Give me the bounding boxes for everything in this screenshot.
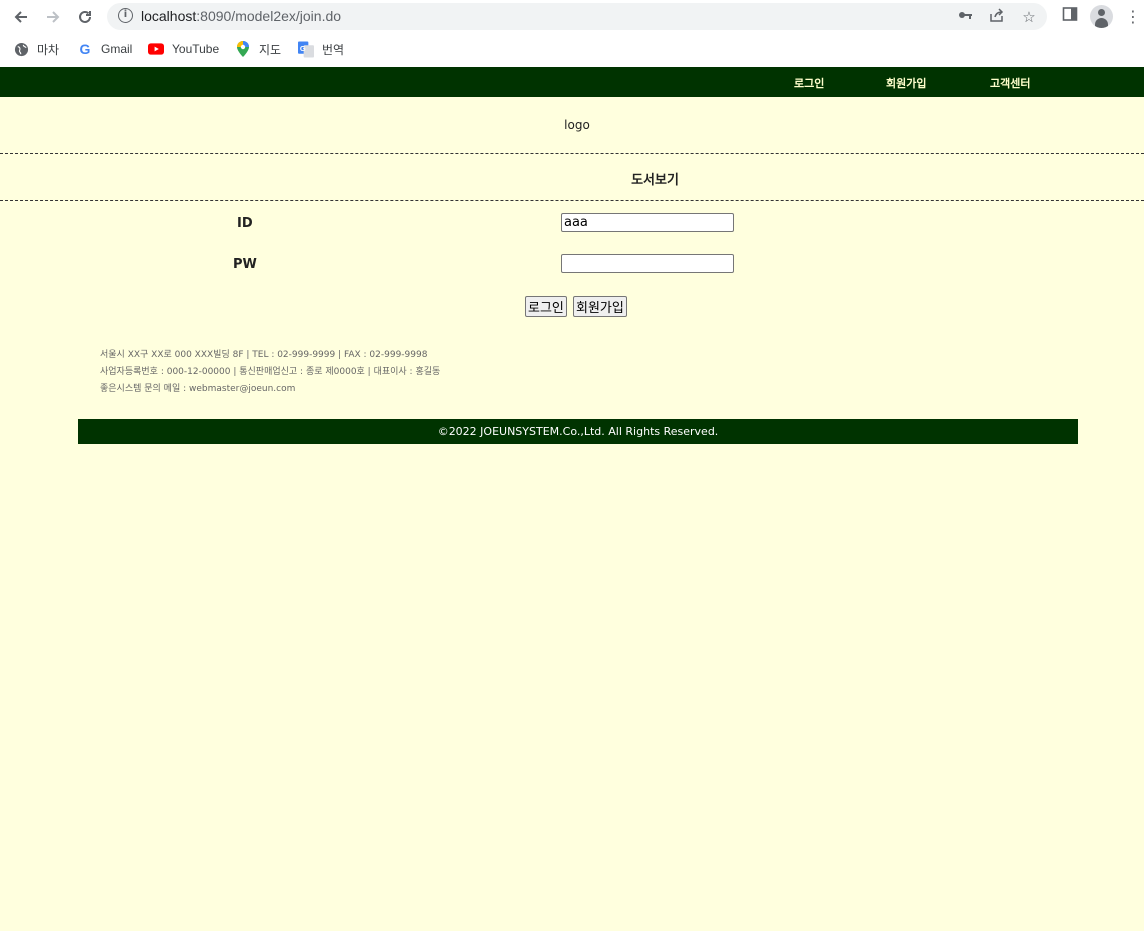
dashed-divider: [0, 200, 1144, 201]
bookmark-item[interactable]: YouTube: [148, 39, 219, 59]
forward-arrow-icon[interactable]: [40, 4, 66, 30]
profile-avatar-icon[interactable]: [1090, 5, 1113, 28]
bookmark-star-icon[interactable]: ☆: [1019, 7, 1039, 27]
dashed-divider: [0, 153, 1144, 154]
id-input[interactable]: [561, 213, 734, 232]
bookmarks-bar: 마차 G Gmail YouTube 지도 G 번역: [0, 33, 1144, 67]
maps-pin-icon: [235, 41, 251, 57]
company-email-text: 좋은시스템 문의 메일 : webmaster@joeun.com: [100, 384, 296, 394]
nav-support-link[interactable]: 고객센터: [990, 75, 1030, 91]
company-registration-text: 사업자등록번호 : 000-12-00000 | 통신판매업신고 : 종로 제0…: [100, 367, 441, 377]
key-icon[interactable]: [955, 7, 975, 27]
share-icon[interactable]: [987, 7, 1007, 27]
svg-text:G: G: [300, 43, 306, 52]
section-title: 도서보기: [631, 173, 679, 188]
google-icon: G: [79, 41, 91, 57]
top-navigation: 로그인 회원가입 고객센터: [0, 67, 1144, 97]
copyright-footer: ©2022 JOEUNSYSTEM.Co.,Ltd. All Rights Re…: [78, 419, 1078, 444]
site-logo: logo: [564, 118, 590, 132]
bookmark-item[interactable]: G 번역: [298, 39, 344, 59]
id-label: ID: [237, 216, 253, 231]
pw-input[interactable]: [561, 254, 734, 273]
side-panel-icon[interactable]: [1059, 6, 1081, 28]
address-bar[interactable]: i localhost:8090/model2ex/join.do ☆: [107, 3, 1047, 30]
join-button[interactable]: 회원가입: [573, 296, 627, 317]
bookmark-item[interactable]: 지도: [235, 39, 281, 59]
reload-icon[interactable]: [72, 4, 98, 30]
globe-icon: [13, 41, 29, 57]
bookmark-item[interactable]: 마차: [13, 39, 59, 59]
translate-icon: G: [298, 41, 314, 57]
youtube-icon: [148, 41, 164, 57]
nav-login-link[interactable]: 로그인: [794, 75, 824, 91]
url-text[interactable]: localhost:8090/model2ex/join.do: [141, 8, 341, 24]
browser-toolbar: i localhost:8090/model2ex/join.do ☆ ⋮: [0, 0, 1144, 33]
back-arrow-icon[interactable]: [8, 4, 34, 30]
company-address-text: 서울시 XX구 XX로 000 XXX빌딩 8F | TEL : 02-999-…: [100, 350, 428, 360]
bookmark-item[interactable]: G Gmail: [77, 39, 133, 59]
site-info-icon[interactable]: i: [118, 8, 133, 23]
nav-join-link[interactable]: 회원가입: [886, 75, 926, 91]
pw-label: PW: [233, 257, 257, 272]
menu-kebab-icon[interactable]: ⋮: [1122, 6, 1144, 28]
login-button[interactable]: 로그인: [525, 296, 567, 317]
